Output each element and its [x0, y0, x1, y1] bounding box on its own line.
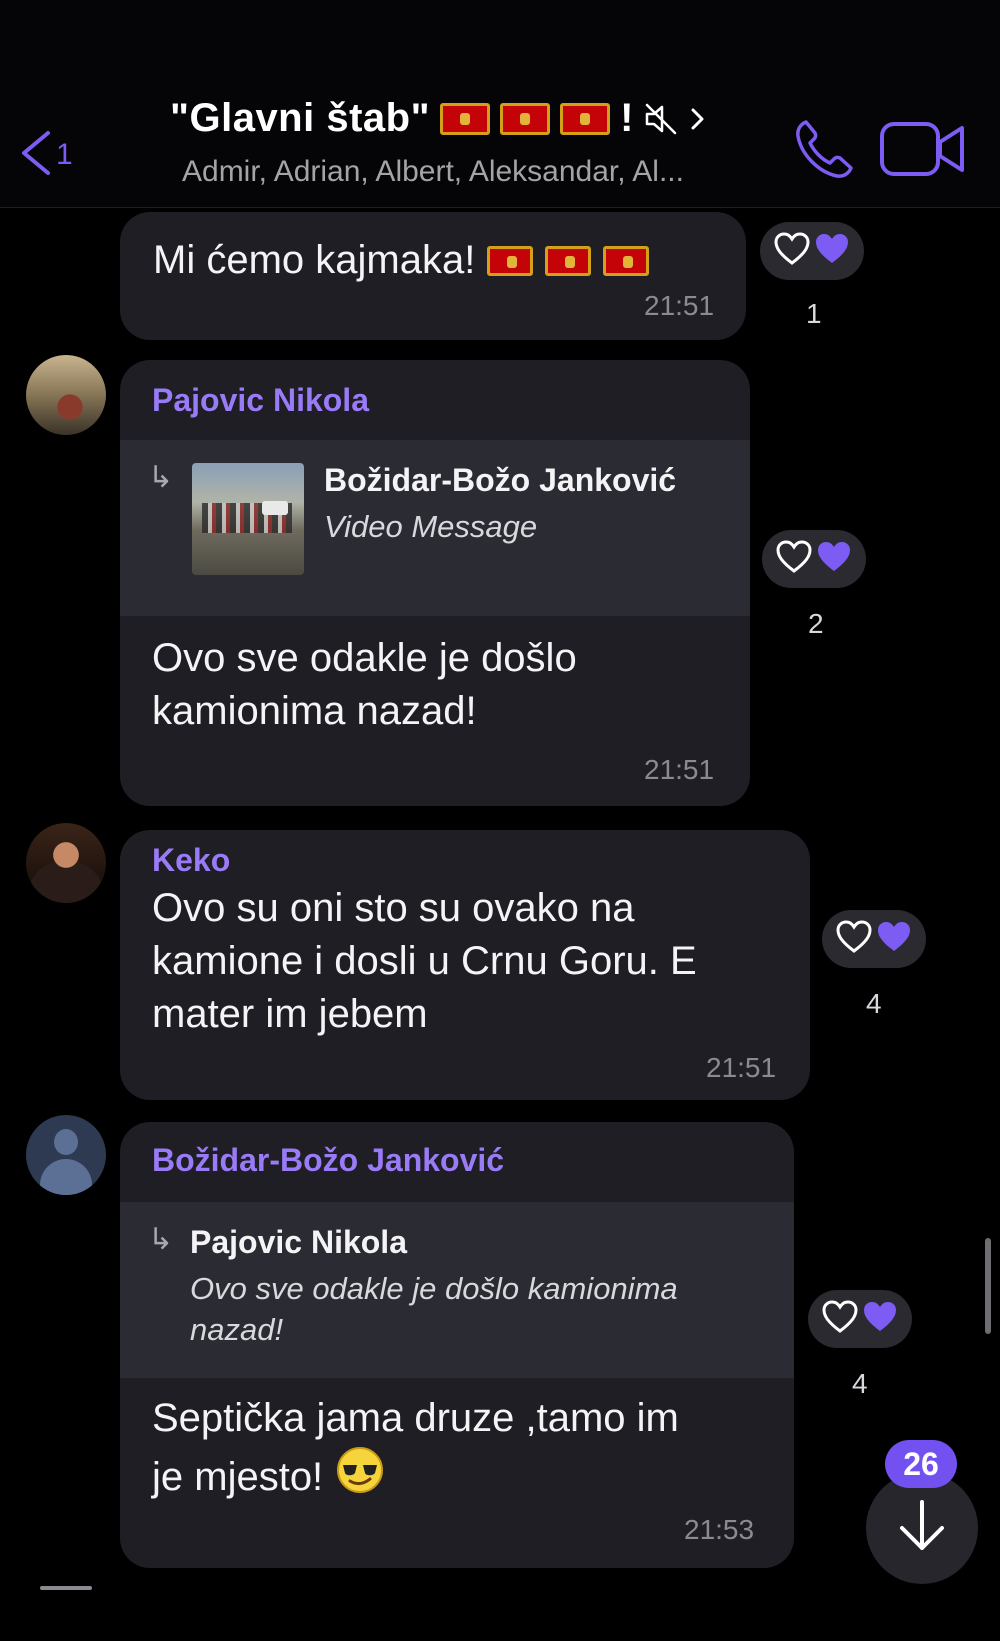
message-time: 21:51 [706, 1052, 777, 1083]
message-line: kamione i dosli u Crnu Goru. E [152, 939, 697, 983]
message-time: 21:53 [684, 1514, 755, 1545]
sender-name: Božidar-Božo Janković [152, 1142, 505, 1178]
reply-arrow-icon: ↳ [148, 461, 174, 494]
quoted-sender: Božidar-Božo Janković [324, 462, 677, 498]
reaction-count: 4 [866, 988, 882, 1019]
chat-title-suffix: ! [620, 96, 634, 140]
message-bubble[interactable]: Mi ćemo kajmaka! 21:51 [120, 212, 746, 340]
default-avatar-body [40, 1159, 92, 1195]
back-unread-count: 1 [56, 138, 73, 171]
chat-info[interactable]: "Glavni štab" ! Admir, Adrian, Albert, A… [170, 96, 770, 189]
chat-members: Admir, Adrian, Albert, Aleksandar, Al... [182, 155, 684, 188]
reaction-count: 1 [806, 298, 822, 329]
reaction-pill[interactable] [808, 1290, 912, 1348]
chat-title: "Glavni štab" [170, 96, 431, 140]
message-bubble[interactable]: Keko Ovo su oni sto su ovako na kamione … [120, 830, 810, 1100]
quoted-text: Ovo sve odakle je došlo kamionima nazad! [190, 1268, 678, 1350]
next-avatar-edge [40, 1586, 92, 1590]
heart-filled-icon [876, 920, 912, 959]
message-bubble[interactable]: Božidar-Božo Janković ↳ Pajovic Nikola O… [120, 1122, 794, 1568]
video-call-button[interactable] [878, 118, 968, 180]
message-text: Ovo sve odakle je došlo kamionima nazad! [152, 632, 577, 738]
chevron-right-icon [689, 104, 707, 134]
message-line: Ovo su oni sto su ovako na [152, 886, 635, 930]
message-line-with-emoji: je mjesto! [152, 1445, 679, 1509]
heart-filled-icon [814, 232, 850, 271]
montenegro-flag-icon [560, 102, 611, 135]
arrow-down-icon [896, 1498, 948, 1559]
message-text: Septička jama druze ,tamo im je mjesto! [152, 1392, 679, 1509]
video-camera-icon [878, 122, 968, 184]
quoted-line: Ovo sve odakle je došlo kamionima [190, 1271, 678, 1306]
back-button[interactable]: 1 [18, 125, 78, 185]
avatar[interactable] [26, 823, 106, 903]
reaction-pill[interactable] [822, 910, 926, 968]
reaction-pill[interactable] [760, 222, 864, 280]
message-line: kamionima nazad! [152, 689, 477, 733]
unread-count-badge: 26 [885, 1440, 957, 1488]
heart-outline-icon [774, 231, 810, 271]
reply-arrow-icon: ↳ [148, 1223, 174, 1256]
montenegro-flag-icon [440, 102, 491, 135]
montenegro-flag-icon [487, 245, 534, 276]
mute-icon [643, 101, 679, 137]
quoted-sender: Pajovic Nikola [190, 1224, 407, 1260]
montenegro-flag-icon [545, 245, 592, 276]
heart-outline-icon [822, 1299, 858, 1339]
video-thumbnail [192, 463, 304, 575]
heart-filled-icon [816, 540, 852, 579]
chat-header: 1 "Glavni štab" ! Admir, Adrian, Albert,… [0, 0, 1000, 208]
message-time: 21:51 [644, 754, 715, 785]
scroll-to-bottom-button[interactable] [866, 1472, 978, 1584]
sender-name: Pajovic Nikola [152, 382, 369, 418]
message-line: Septička jama druze ,tamo im [152, 1396, 679, 1440]
quoted-text: Video Message [324, 509, 538, 544]
quoted-line: nazad! [190, 1312, 284, 1347]
montenegro-flag-icon [603, 245, 650, 276]
heart-filled-icon [862, 1300, 898, 1339]
avatar[interactable] [26, 1115, 106, 1195]
default-avatar-head [54, 1129, 78, 1155]
message-text: Mi ćemo kajmaka! [153, 238, 476, 282]
call-button[interactable] [792, 116, 856, 182]
reply-quote[interactable]: ↳ Pajovic Nikola Ovo sve odakle je došlo… [120, 1202, 794, 1378]
scrollbar[interactable] [985, 1238, 991, 1334]
sender-name: Keko [152, 842, 231, 878]
reaction-pill[interactable] [762, 530, 866, 588]
back-arrow-icon [18, 129, 54, 182]
phone-icon [792, 120, 856, 186]
heart-outline-icon [836, 919, 872, 959]
message-bubble[interactable]: Pajovic Nikola ↳ Božidar-Božo Janković V… [120, 360, 750, 806]
montenegro-flag-icon [500, 102, 551, 135]
message-line: mater im jebem [152, 992, 428, 1036]
message-line: je mjesto! [152, 1454, 324, 1499]
message-time: 21:51 [644, 290, 715, 321]
reaction-count: 2 [808, 608, 824, 639]
heart-outline-icon [776, 539, 812, 579]
reply-quote[interactable]: ↳ Božidar-Božo Janković Video Message [120, 440, 750, 616]
message-text: Ovo su oni sto su ovako na kamione i dos… [152, 882, 697, 1041]
avatar[interactable] [26, 355, 106, 435]
sunglasses-emoji-icon [335, 1445, 385, 1509]
reaction-count: 4 [852, 1368, 868, 1399]
message-line: Ovo sve odakle je došlo [152, 636, 577, 680]
